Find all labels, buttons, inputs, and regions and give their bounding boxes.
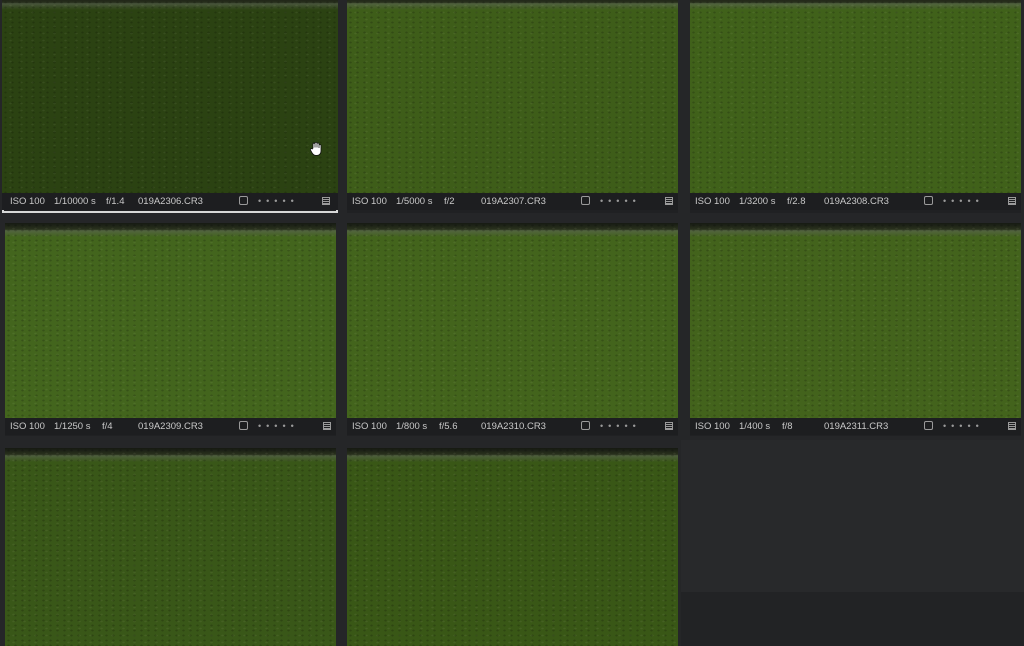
- shutter-value: 1/800 s: [396, 421, 428, 432]
- thumbnail-image[interactable]: [2, 0, 338, 193]
- rating-dots-icon[interactable]: •••••: [600, 193, 641, 210]
- filename: 019A2311.CR3: [824, 421, 889, 432]
- menu-icon[interactable]: [1008, 197, 1016, 205]
- checkbox-icon[interactable]: [581, 196, 590, 205]
- rating-dots-icon[interactable]: •••••: [258, 418, 299, 435]
- empty-grid-area: [681, 440, 1024, 646]
- thumbnail-cell[interactable]: ISO 100 1/400 s f/8 019A2311.CR3 •••••: [690, 223, 1021, 436]
- menu-icon[interactable]: [665, 197, 673, 205]
- aperture-value: f/2.8: [787, 196, 806, 207]
- thumbnail-image[interactable]: [690, 223, 1021, 418]
- thumbnail-cell[interactable]: ISO 100 1/10000 s f/1.4 019A2306.CR3 •••…: [2, 0, 338, 213]
- metadata-bar: ISO 100 1/1250 s f/4 019A2309.CR3 •••••: [5, 418, 336, 435]
- filename: 019A2306.CR3: [138, 196, 203, 207]
- metadata-bar: ISO 100 1/400 s f/8 019A2311.CR3 •••••: [690, 418, 1021, 435]
- aperture-value: f/8: [782, 421, 793, 432]
- thumbnail-image[interactable]: [5, 223, 336, 418]
- rating-dots-icon[interactable]: •••••: [943, 418, 984, 435]
- thumbnail-image[interactable]: [347, 448, 678, 646]
- metadata-bar: ISO 100 1/10000 s f/1.4 019A2306.CR3 •••…: [2, 193, 338, 210]
- hand-cursor-icon: [310, 142, 322, 156]
- iso-value: ISO 100: [10, 196, 45, 207]
- menu-icon[interactable]: [665, 422, 673, 430]
- thumbnail-cell[interactable]: ISO 100 1/800 s f/5.6 019A2310.CR3 •••••: [347, 223, 678, 436]
- iso-value: ISO 100: [695, 421, 730, 432]
- checkbox-icon[interactable]: [924, 421, 933, 430]
- thumbnail-image[interactable]: [5, 448, 336, 646]
- metadata-bar: ISO 100 1/5000 s f/2 019A2307.CR3 •••••: [347, 193, 678, 210]
- filename: 019A2308.CR3: [824, 196, 889, 207]
- thumbnail-cell[interactable]: [347, 448, 678, 646]
- shutter-value: 1/1250 s: [54, 421, 91, 432]
- filename: 019A2310.CR3: [481, 421, 546, 432]
- rating-dots-icon[interactable]: •••••: [258, 193, 299, 210]
- aperture-value: f/1.4: [106, 196, 125, 207]
- thumbnail-cell[interactable]: [5, 448, 336, 646]
- metadata-bar: ISO 100 1/800 s f/5.6 019A2310.CR3 •••••: [347, 418, 678, 435]
- thumbnail-image[interactable]: [347, 223, 678, 418]
- checkbox-icon[interactable]: [924, 196, 933, 205]
- thumbnail-cell[interactable]: ISO 100 1/5000 s f/2 019A2307.CR3 •••••: [347, 0, 678, 213]
- thumbnail-image[interactable]: [690, 0, 1021, 193]
- metadata-bar: ISO 100 1/3200 s f/2.8 019A2308.CR3 ••••…: [690, 193, 1021, 210]
- iso-value: ISO 100: [10, 421, 45, 432]
- aperture-value: f/2: [444, 196, 455, 207]
- rating-dots-icon[interactable]: •••••: [943, 193, 984, 210]
- aperture-value: f/4: [102, 421, 113, 432]
- thumbnail-image[interactable]: [347, 0, 678, 193]
- menu-icon[interactable]: [1008, 422, 1016, 430]
- aperture-value: f/5.6: [439, 421, 458, 432]
- shutter-value: 1/10000 s: [54, 196, 96, 207]
- thumbnail-cell[interactable]: ISO 100 1/3200 s f/2.8 019A2308.CR3 ••••…: [690, 0, 1021, 213]
- menu-icon[interactable]: [323, 422, 331, 430]
- checkbox-icon[interactable]: [239, 421, 248, 430]
- iso-value: ISO 100: [695, 196, 730, 207]
- shutter-value: 1/3200 s: [739, 196, 776, 207]
- checkbox-icon[interactable]: [581, 421, 590, 430]
- iso-value: ISO 100: [352, 421, 387, 432]
- menu-icon[interactable]: [322, 197, 330, 205]
- filename: 019A2309.CR3: [138, 421, 203, 432]
- iso-value: ISO 100: [352, 196, 387, 207]
- thumbnail-grid: ISO 100 1/10000 s f/1.4 019A2306.CR3 •••…: [0, 0, 1024, 646]
- thumbnail-cell[interactable]: ISO 100 1/1250 s f/4 019A2309.CR3 •••••: [5, 223, 336, 436]
- filename: 019A2307.CR3: [481, 196, 546, 207]
- shutter-value: 1/5000 s: [396, 196, 433, 207]
- rating-dots-icon[interactable]: •••••: [600, 418, 641, 435]
- shutter-value: 1/400 s: [739, 421, 771, 432]
- checkbox-icon[interactable]: [239, 196, 248, 205]
